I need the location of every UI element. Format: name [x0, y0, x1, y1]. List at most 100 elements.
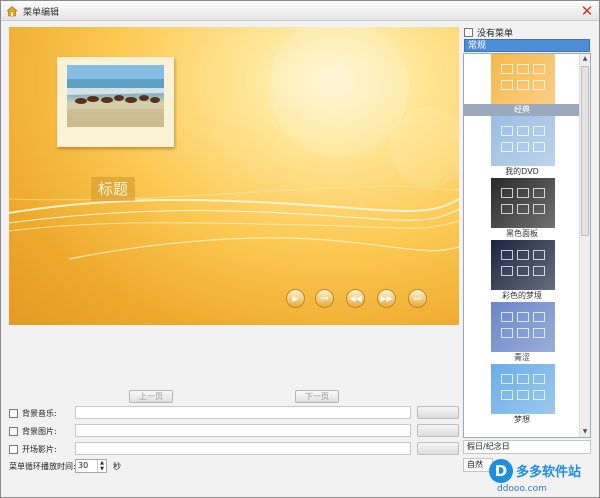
thumbnail-cell — [533, 64, 545, 74]
intro-video-checkbox-box[interactable] — [9, 444, 18, 454]
bg-image-checkbox-box[interactable] — [9, 426, 18, 436]
theme-list: 经典我的DVD 黑色面板彩色的梦境青涩梦想 ▲ ▼ — [463, 53, 591, 438]
theme-item[interactable]: 梦想 — [464, 364, 580, 426]
thumbnail-cell — [501, 390, 513, 400]
theme-label: 青涩 — [514, 353, 530, 362]
seconds-label: 秒 — [113, 462, 121, 471]
thumbnail-cell — [517, 374, 529, 384]
loop-time-value[interactable]: 30 — [78, 461, 88, 470]
bg-music-field[interactable] — [75, 406, 411, 419]
thumbnail-cell — [501, 188, 513, 198]
bg-music-checkbox-box[interactable] — [9, 408, 18, 418]
thumbnail-cell — [501, 312, 513, 322]
thumbnail-cell — [517, 328, 529, 338]
thumbnail-cell — [501, 374, 513, 384]
horses-silhouette — [67, 65, 164, 127]
theme-label: 我的DVD — [505, 167, 539, 176]
menu-editor-window: 菜单编辑 ✕ 标题 ▶ ⏮ ◀◀ ▶▶ ⏭ 没有菜单 常规 经典 我的DVD 黑… — [0, 0, 600, 498]
thumbnail-cell — [501, 328, 513, 338]
theme-item[interactable]: 彩色的梦境 — [464, 240, 580, 302]
theme-thumbnail[interactable] — [491, 364, 555, 414]
title-bar: 菜单编辑 ✕ — [1, 1, 599, 21]
scroll-thumb[interactable] — [581, 66, 589, 236]
holiday-category-button[interactable]: 假日/纪念日 — [463, 440, 591, 454]
loop-time-label: 菜单循环播放时间: — [9, 462, 76, 471]
thumbnail-cell — [501, 80, 513, 90]
thumbnail-cell — [533, 188, 545, 198]
thumbnail-cell — [517, 250, 529, 260]
theme-thumbnail[interactable] — [491, 178, 555, 228]
prev-page-button[interactable]: 上一页 — [129, 390, 173, 403]
thumbnail-cell — [517, 266, 529, 276]
category-select[interactable]: 常规 — [464, 39, 590, 52]
theme-thumbnail[interactable] — [491, 116, 555, 166]
watermark-logo: D — [489, 459, 513, 483]
bg-image-browse-button[interactable] — [417, 424, 459, 437]
theme-thumbnail[interactable] — [491, 240, 555, 290]
bg-music-label: 背景音乐: — [22, 408, 57, 418]
next-page-button[interactable]: 下一页 — [295, 390, 339, 403]
thumbnail-cell — [533, 126, 545, 136]
theme-label: 经典 — [464, 104, 580, 116]
bg-image-label: 背景图片: — [22, 426, 57, 436]
watermark: D 多多软件站 ddooo.com — [489, 459, 597, 495]
thumbnail-cell — [533, 374, 545, 384]
thumbnail-cell — [517, 80, 529, 90]
bg-music-browse-button[interactable] — [417, 406, 459, 419]
loop-time-stepper[interactable]: 30 ▲ ▼ — [75, 459, 107, 473]
thumbnail-cell — [533, 390, 545, 400]
theme-item[interactable]: 黑色面板 — [464, 178, 580, 240]
theme-thumbnail[interactable] — [491, 54, 555, 104]
thumbnail-cell — [517, 204, 529, 214]
skip-forward-icon[interactable]: ⏭ — [408, 289, 427, 308]
thumbnail-cell — [533, 80, 545, 90]
preview-title-text[interactable]: 标题 — [91, 177, 135, 201]
scroll-up-icon[interactable]: ▲ — [580, 54, 590, 64]
bg-image-checkbox[interactable]: 背景图片: — [9, 425, 57, 437]
thumbnail-cell — [517, 142, 529, 152]
theme-list-scrollbar[interactable]: ▲ ▼ — [579, 54, 590, 437]
close-icon[interactable]: ✕ — [578, 2, 596, 20]
thumbnail-cell — [533, 266, 545, 276]
watermark-url: ddooo.com — [497, 484, 547, 494]
fast-forward-icon[interactable]: ▶▶ — [377, 289, 396, 308]
no-menu-checkbox-box[interactable] — [464, 27, 473, 37]
theme-item[interactable]: 我的DVD — [464, 116, 580, 178]
horses-photo — [67, 65, 164, 127]
intro-video-label: 开场影片: — [22, 444, 57, 454]
theme-item[interactable]: 青涩 — [464, 302, 580, 364]
intro-video-checkbox[interactable]: 开场影片: — [9, 443, 57, 455]
bg-image-field[interactable] — [75, 424, 411, 437]
thumbnail-cell — [533, 250, 545, 260]
thumbnail-cell — [533, 312, 545, 322]
menu-preview: 标题 ▶ ⏮ ◀◀ ▶▶ ⏭ — [9, 27, 459, 325]
thumbnail-cell — [533, 142, 545, 152]
app-icon — [6, 6, 18, 17]
thumbnail-cell — [517, 188, 529, 198]
theme-label: 彩色的梦境 — [502, 291, 542, 300]
rewind-icon[interactable]: ◀◀ — [346, 289, 365, 308]
theme-label: 梦想 — [514, 415, 530, 424]
no-menu-label: 没有菜单 — [477, 28, 514, 39]
thumbnail-cell — [517, 390, 529, 400]
skip-back-icon[interactable]: ⏮ — [315, 289, 334, 308]
theme-item[interactable]: 经典 — [464, 54, 580, 116]
stepper-arrows-icon[interactable]: ▲ ▼ — [97, 460, 106, 472]
scroll-down-icon[interactable]: ▼ — [580, 427, 590, 437]
thumbnail-cell — [517, 64, 529, 74]
intro-video-field[interactable] — [75, 442, 411, 455]
theme-label: 黑色面板 — [506, 229, 538, 238]
theme-thumbnail[interactable] — [491, 302, 555, 352]
watermark-name: 多多软件站 — [516, 465, 582, 480]
thumbnail-cell — [501, 142, 513, 152]
thumbnail-cell — [533, 328, 545, 338]
photo-frame[interactable] — [57, 57, 174, 147]
bg-music-checkbox[interactable]: 背景音乐: — [9, 407, 57, 419]
thumbnail-cell — [501, 64, 513, 74]
thumbnail-cell — [501, 250, 513, 260]
thumbnail-cell — [501, 266, 513, 276]
no-menu-checkbox[interactable]: 没有菜单 — [464, 26, 514, 39]
play-icon[interactable]: ▶ — [286, 289, 305, 308]
thumbnail-cell — [501, 204, 513, 214]
intro-video-browse-button[interactable] — [417, 442, 459, 455]
